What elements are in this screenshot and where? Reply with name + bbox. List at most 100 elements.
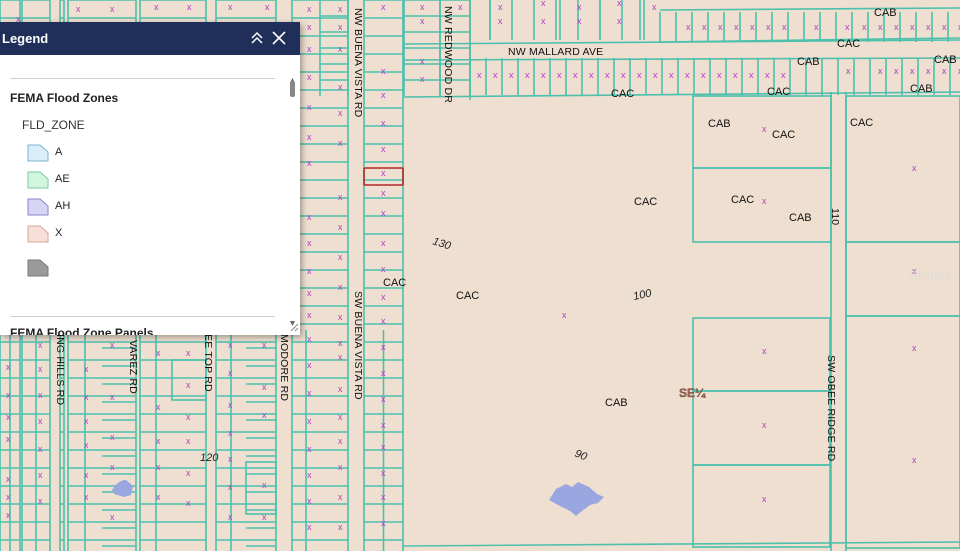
soil-label: CAB [934,54,957,66]
flood-zone-x-mark: x [749,70,754,80]
flood-zone-x-mark: x [307,416,312,426]
flood-zone-x-mark: x [156,462,161,472]
flood-zone-x-mark: x [84,416,89,426]
resize-handle-icon[interactable] [290,323,299,332]
flood-zone-x-mark: x [762,420,767,430]
legend-next-group-title: FEMA Flood Zone Panels [10,326,154,335]
flood-zone-x-mark: x [381,292,386,302]
flood-zone-x-mark: x [577,2,582,12]
flood-zone-x-mark: x [420,2,425,12]
legend-entry-ae: AE [27,171,227,191]
flood-zone-x-mark: x [76,4,81,14]
flood-zone-x-mark: x [846,66,851,76]
flood-zone-x-mark: x [338,384,343,394]
collapse-icon[interactable] [248,29,266,47]
swatch-ae-icon [27,171,49,189]
flood-zone-x-mark: x [573,70,578,80]
flood-zone-x-mark: x [381,442,386,452]
legend-entry-label: AE [55,173,70,185]
swatch-ah-icon [27,198,49,216]
flood-zone-x-mark: x [186,436,191,446]
flood-zone-x-mark: x [912,343,917,353]
flood-zone-x-mark: x [338,252,343,262]
flood-zone-x-mark: x [228,454,233,464]
legend-entry-ah: AH [27,198,227,218]
flood-zone-x-mark: x [338,282,343,292]
flood-zone-x-mark: x [307,212,312,222]
flood-zone-x-mark: x [381,492,386,502]
flood-zone-x-mark: x [338,138,343,148]
flood-zone-x-mark: x [541,0,546,8]
road-label-treetop: EE TOP RD [202,334,214,392]
flood-zone-x-mark: x [338,22,343,32]
flood-zone-x-mark: x [477,70,482,80]
legend-title: Legend [2,31,49,46]
flood-zone-x-mark: x [307,102,312,112]
soil-label: CAC [634,196,657,208]
flood-zone-x-mark: x [6,362,11,372]
flood-zone-x-mark: x [381,264,386,274]
road-label-obee: SW OBEE RIDGE RD [825,355,837,462]
flood-zone-x-mark: x [381,144,386,154]
flood-zone-x-mark: x [154,2,159,12]
flood-zone-x-mark: x [307,334,312,344]
divider [10,316,275,317]
flood-zone-x-mark: x [38,364,43,374]
flood-zone-x-mark: x [637,70,642,80]
flood-zone-x-mark: x [381,66,386,76]
flood-zone-x-mark: x [894,22,899,32]
flood-zone-x-mark: x [338,522,343,532]
route-number: 110 [829,208,841,225]
flood-zone-x-mark: x [420,56,425,66]
flood-zone-x-mark: x [621,70,626,80]
flood-zone-x-mark: x [338,82,343,92]
flood-zone-x-mark: x [338,436,343,446]
flood-zone-x-mark: x [652,2,657,12]
legend-scroll-thumb[interactable] [290,81,295,97]
legend-entry-a: A [27,144,227,164]
flood-zone-x-mark: x [338,44,343,54]
flood-zone-x-mark: x [762,494,767,504]
soil-label: CAC [731,194,754,206]
flood-zone-x-mark: x [84,364,89,374]
legend-entry-label: X [55,227,63,239]
flood-zone-x-mark: x [733,70,738,80]
flood-zone-x-mark: x [381,118,386,128]
flood-zone-x-mark: x [307,22,312,32]
flood-zone-x-mark: x [307,132,312,142]
road-label-mallard: NW MALLARD AVE [508,46,603,58]
flood-zone-x-mark: x [307,360,312,370]
flood-zone-x-mark: x [338,492,343,502]
close-icon[interactable] [270,29,288,47]
flood-zone-x-mark: x [110,512,115,522]
flood-zone-x-mark: x [38,390,43,400]
flood-zone-x-mark: x [762,346,767,356]
flood-zone-x-mark: x [381,208,386,218]
flood-zone-x-mark: x [110,432,115,442]
legend-field-name: FLD_ZONE [22,118,85,132]
flood-zone-x-mark: x [186,380,191,390]
flood-zone-x-mark: x [110,4,115,14]
flood-zone-x-mark: x [685,70,690,80]
flood-zone-x-mark: x [525,70,530,80]
flood-zone-x-mark: x [228,2,233,12]
flood-zone-x-mark: x [6,434,11,444]
flood-zone-x-mark: x [381,238,386,248]
flood-zone-x-mark: x [6,412,11,422]
flood-zone-x-mark: x [617,0,622,8]
flood-zone-x-mark: x [420,74,425,84]
flood-zone-x-mark: x [557,70,562,80]
flood-zone-x-mark: x [110,392,115,402]
flood-zone-x-mark: x [381,342,386,352]
legend-scrollbar[interactable] [289,77,296,332]
flood-zone-x-mark: x [262,512,267,522]
flood-zone-x-mark: x [338,462,343,472]
flood-zone-x-mark: x [717,70,722,80]
soil-label: CAC [767,86,790,98]
flood-zone-x-mark: x [381,518,386,528]
flood-zone-x-mark: x [262,480,267,490]
road-label-moore: MODORE RD [278,334,290,401]
flood-zone-x-mark: x [338,352,343,362]
legend-entry-other [27,259,227,279]
flood-zone-x-mark: x [38,416,43,426]
